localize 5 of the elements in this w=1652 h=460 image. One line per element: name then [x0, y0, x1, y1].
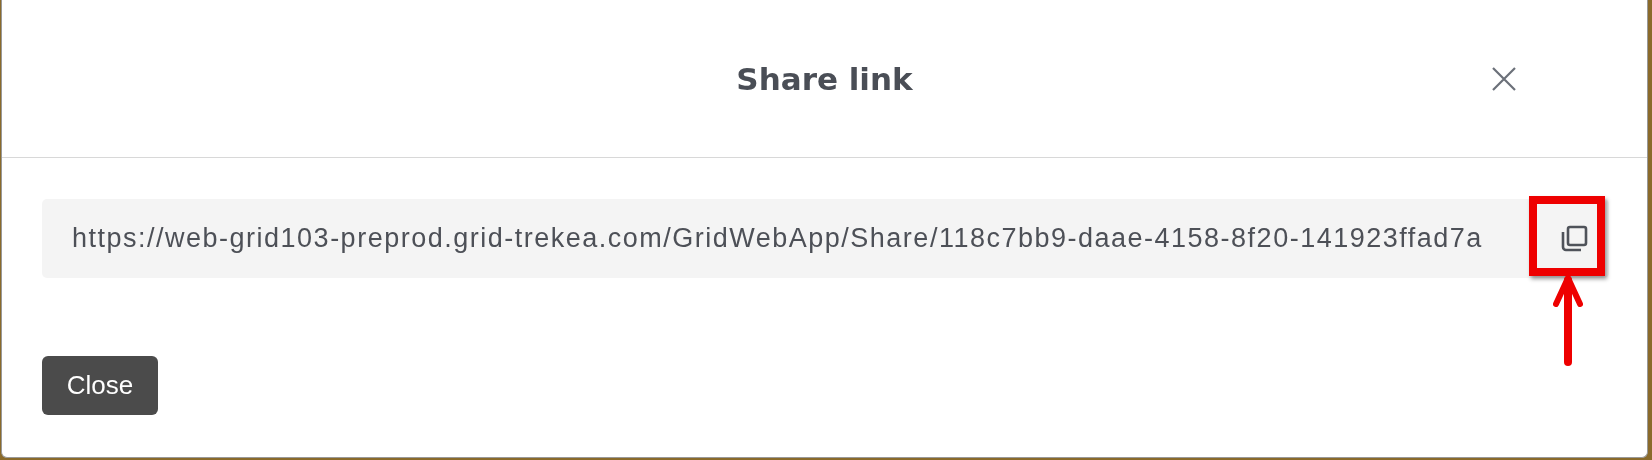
dialog-title: Share link	[736, 60, 913, 97]
close-button[interactable]: Close	[42, 356, 158, 415]
link-text: https://web-grid103-preprod.grid-trekea.com/GridWebApp/Share/118c7bb9-daae-4158-8f20-141923ffad7a	[72, 223, 1483, 254]
close-icon[interactable]	[1491, 66, 1517, 92]
link-field[interactable]: https://web-grid103-preprod.grid-trekea.com/GridWebApp/Share/118c7bb9-daae-4158-8f20-141923ffad7a	[42, 199, 1609, 278]
